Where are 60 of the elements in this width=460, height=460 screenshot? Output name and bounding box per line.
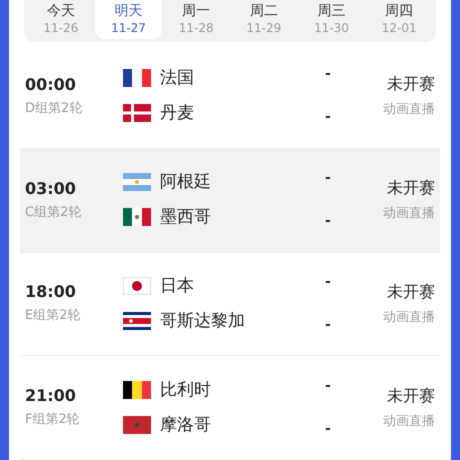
- match-status: 未开赛: [387, 73, 435, 96]
- team-name: 日本: [160, 274, 195, 297]
- tab-date: 12-01: [382, 20, 417, 36]
- tab-date: 11-28: [178, 20, 214, 36]
- team-name: 哥斯达黎加: [160, 310, 246, 332]
- match-row[interactable]: 03:00 C组第2轮 阿根廷 - 墨西哥 - 未开赛 动画直播: [20, 148, 440, 252]
- tab-date: 11-30: [314, 20, 349, 36]
- team-name: 阿根廷: [160, 171, 212, 194]
- flag-icon: [123, 276, 151, 295]
- team-name: 摩洛哥: [160, 414, 212, 436]
- match-round: E组第2轮: [25, 307, 82, 326]
- tab-date: 11-29: [246, 20, 282, 36]
- date-tab[interactable]: 周二 11-29: [230, 0, 298, 39]
- team-name: 比利时: [160, 378, 212, 401]
- match-time: 21:00: [25, 386, 77, 406]
- match-status: 未开赛: [387, 384, 435, 407]
- match-row[interactable]: 18:00 E组第2轮 日本 - 哥斯达黎加 - 未开赛 动画直播: [20, 252, 440, 356]
- flag-icon: [123, 380, 151, 399]
- team-name: 法国: [160, 67, 195, 90]
- match-time: 00:00: [25, 74, 77, 95]
- tab-day: 今天: [46, 2, 75, 20]
- flag-icon: [123, 416, 151, 434]
- tab-day: 周一: [182, 2, 210, 20]
- date-tab[interactable]: 周三 11-30: [298, 0, 366, 39]
- team-score: -: [325, 316, 331, 333]
- match-round: C组第2轮: [25, 204, 82, 222]
- broadcast-label: 动画直播: [383, 205, 435, 224]
- date-tab[interactable]: 周四 12-01: [365, 0, 434, 39]
- broadcast-label: 动画直播: [383, 412, 435, 431]
- tab-day: 周二: [250, 2, 278, 20]
- match-status: 未开赛: [387, 177, 435, 200]
- tab-day: 明天: [114, 2, 142, 20]
- team-score: -: [325, 109, 331, 126]
- broadcast-label: 动画直播: [383, 101, 435, 120]
- tab-day: 周三: [318, 2, 346, 20]
- date-tab[interactable]: 今天 11-26: [27, 0, 95, 39]
- date-tab[interactable]: 明天 11-27: [94, 0, 162, 39]
- tab-date: 11-27: [111, 20, 146, 36]
- team-name: 墨西哥: [160, 206, 212, 228]
- match-time: 03:00: [25, 178, 77, 199]
- flag-icon: [123, 104, 151, 122]
- match-round: F组第2轮: [25, 411, 81, 430]
- flag-icon: [123, 69, 151, 88]
- tab-date: 11-26: [43, 20, 78, 36]
- tab-day: 周四: [385, 2, 414, 20]
- team-score: -: [325, 66, 331, 82]
- team-name: 丹麦: [160, 102, 195, 124]
- date-tab[interactable]: 周一 11-28: [162, 0, 230, 39]
- flag-icon: [123, 208, 151, 226]
- team-score: -: [325, 378, 331, 394]
- team-score: -: [325, 274, 331, 290]
- match-status: 未开赛: [387, 280, 435, 303]
- broadcast-label: 动画直播: [383, 308, 435, 327]
- flag-icon: [123, 173, 151, 192]
- team-score: -: [325, 170, 331, 186]
- team-score: -: [325, 420, 331, 437]
- team-score: -: [325, 213, 331, 230]
- match-round: D组第2轮: [25, 100, 84, 118]
- match-time: 18:00: [25, 282, 77, 302]
- flag-icon: [123, 312, 151, 330]
